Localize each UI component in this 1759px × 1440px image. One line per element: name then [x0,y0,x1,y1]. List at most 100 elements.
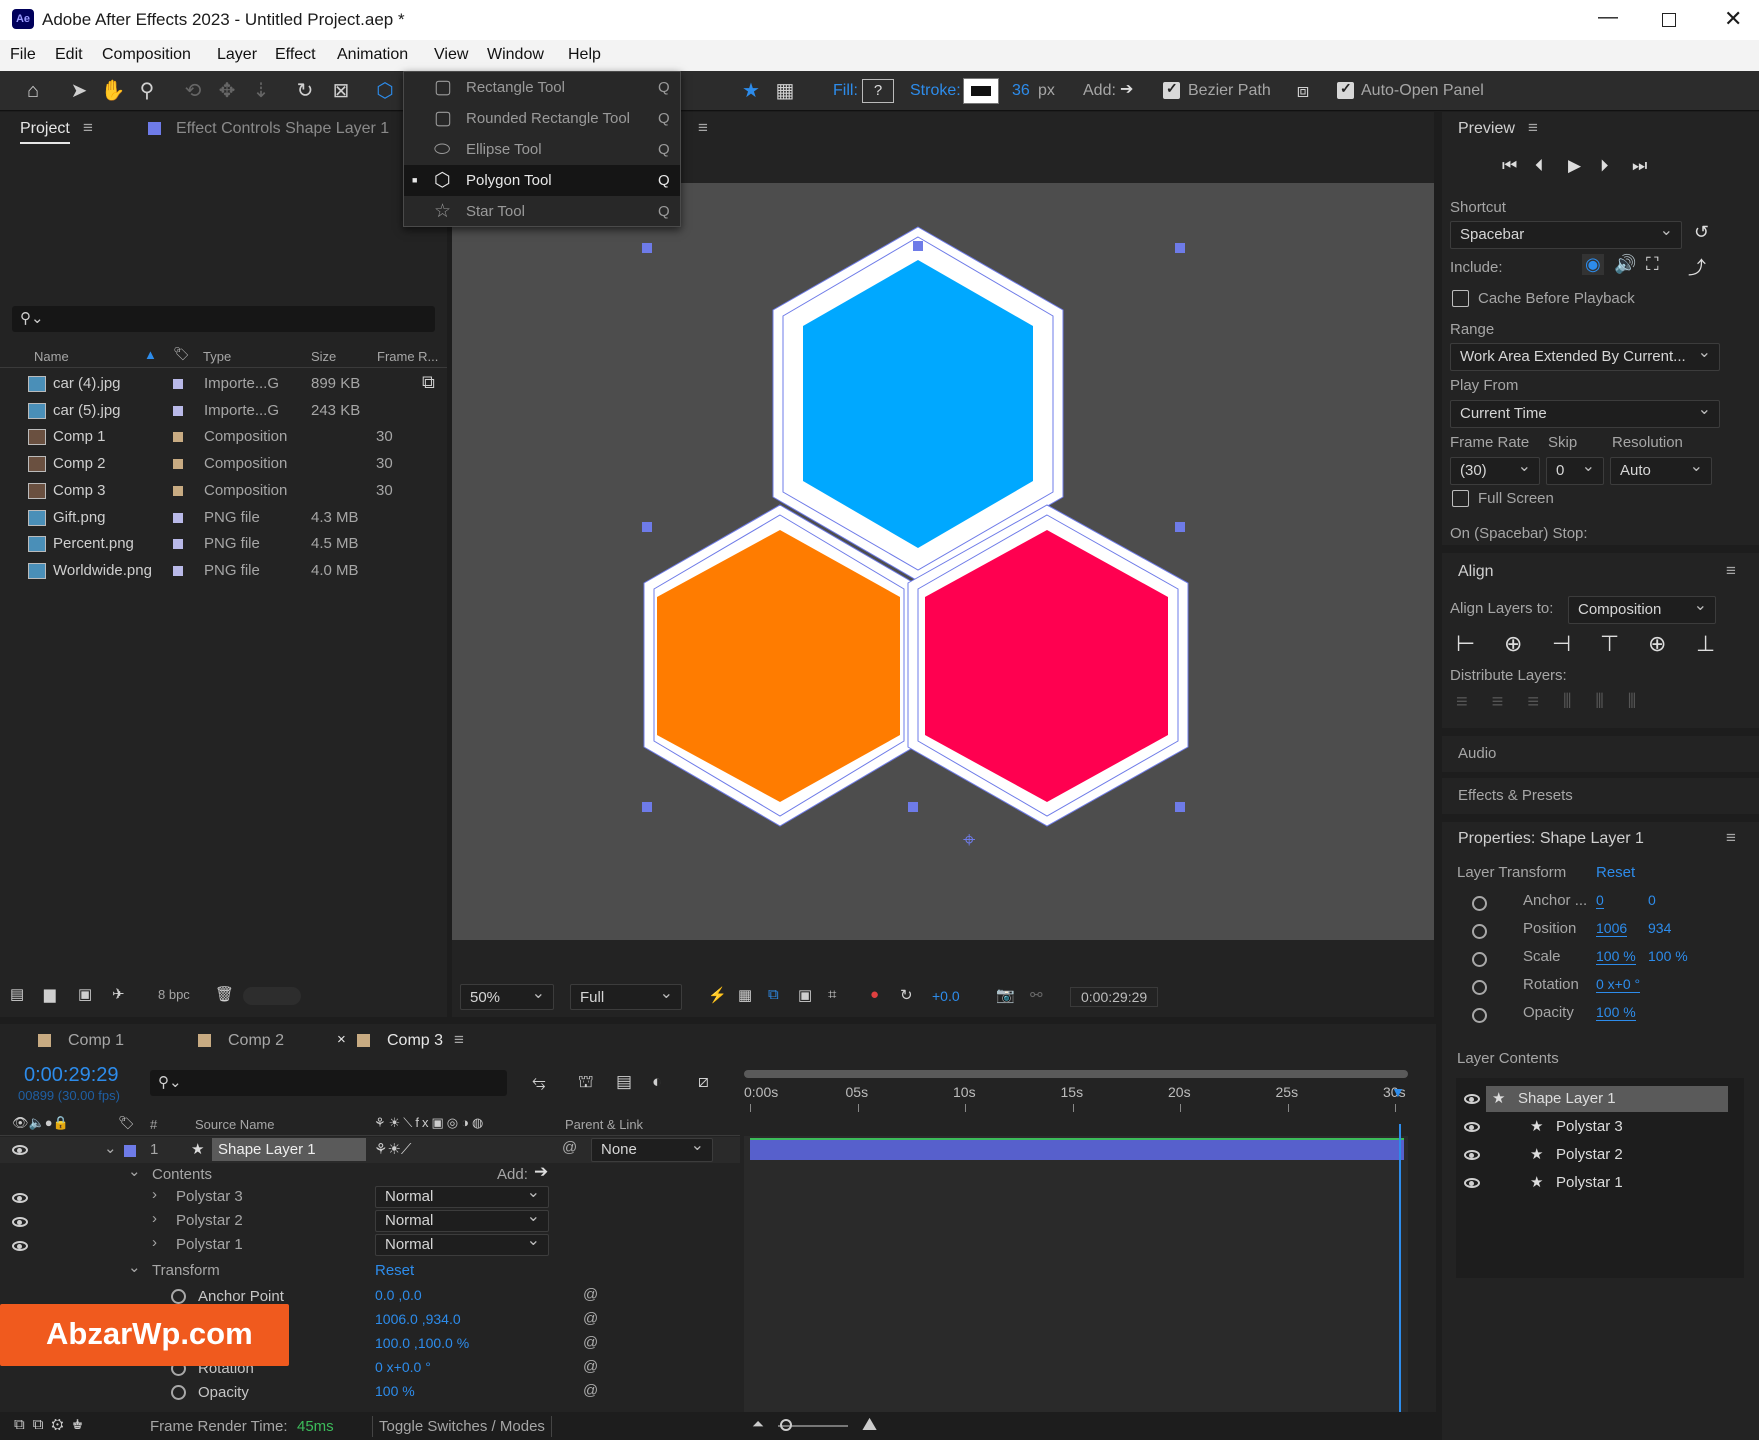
stopwatch-icon[interactable] [1472,924,1487,939]
effects-presets-title[interactable]: Effects & Presets [1458,787,1573,804]
layer-contents-item[interactable]: ★ Polystar 3 [1456,1114,1744,1140]
time-ruler[interactable]: 0:00s 05s 10s 15s 20s 25s 30s [744,1066,1408,1134]
label-color-swatch[interactable] [173,539,183,550]
composition-canvas[interactable]: ⌖ [452,183,1434,940]
play-from-dropdown[interactable]: Current Time [1450,397,1720,428]
fill-swatch[interactable]: ? [862,79,894,103]
menu-view[interactable]: View [434,46,468,64]
exposure-value[interactable]: +0.0 [932,988,960,1004]
add-content-icon[interactable]: ➔ [534,1162,548,1182]
layer-row[interactable]: ⌄ 1 ★ Shape Layer 1 ⚘☀⟋ @ None [0,1135,740,1163]
skip-dropdown[interactable]: 0 [1546,454,1604,485]
status-icons[interactable]: ⧉⧉⚙♚ [14,1416,92,1433]
zoom-in-icon[interactable]: ⛰ [862,1414,877,1435]
include-overlays-icon[interactable]: ⛶ [1646,254,1659,275]
layer-transform-reset[interactable]: Reset [1596,864,1635,881]
expression-pickwhip-icon[interactable]: @ [583,1334,598,1351]
visibility-eye-icon[interactable] [12,1241,28,1251]
adjust-project-icon[interactable]: ✈ [112,985,125,1003]
stopwatch-icon[interactable] [171,1385,186,1400]
viewer-menu-icon[interactable]: ≡ [698,118,708,138]
play-icon[interactable]: ▶ [1568,156,1581,176]
layer-contents-item[interactable]: ★ Polystar 2 [1456,1142,1744,1168]
menu-window[interactable]: Window [487,46,544,64]
menu-composition[interactable]: Composition [102,46,191,64]
layer-switches[interactable]: ⚘☀⟋ [374,1140,411,1158]
show-snapshot-icon[interactable]: ⚯ [1030,986,1043,1004]
stroke-swatch[interactable] [963,78,999,104]
star-fill-icon[interactable]: ★ [738,79,764,103]
bounding-box-handle[interactable] [642,243,652,253]
pickwhip-icon[interactable]: @ [562,1139,577,1156]
expression-pickwhip-icon[interactable]: @ [583,1358,598,1375]
align-bottom-icon[interactable]: ⊥ [1696,631,1715,657]
playhead-handle-icon[interactable]: ▼ [1391,1084,1405,1100]
transparency-grid-icon[interactable]: ▦ [772,79,798,103]
expand-chevron-icon[interactable]: › [152,1210,157,1227]
preview-resolution-dropdown[interactable]: Auto [1610,454,1712,485]
property-value[interactable]: 1006 [1596,920,1628,937]
menu-edit[interactable]: Edit [55,46,83,64]
grid-guides-icon[interactable]: ⌗ [828,986,836,1003]
zoom-tool-icon[interactable]: ⚲ [134,79,160,103]
visibility-eye-icon[interactable] [12,1217,28,1227]
visibility-eye-icon[interactable] [1464,1150,1480,1160]
label-color-swatch[interactable] [173,405,183,416]
label-color-swatch[interactable] [173,459,183,470]
menu-file[interactable]: File [10,46,36,64]
bounding-box-handle[interactable] [1175,243,1185,253]
menu-effect[interactable]: Effect [275,46,316,64]
align-menu-icon[interactable]: ≡ [1726,561,1736,581]
close-icon[interactable]: ✕ [1724,6,1742,32]
preview-menu-icon[interactable]: ≡ [1528,118,1538,138]
project-item[interactable]: Gift.png PNG file 4.3 MB [0,504,423,531]
auto-open-panel-checkbox[interactable] [1337,80,1354,99]
full-screen-checkbox[interactable] [1452,490,1469,507]
property-value[interactable]: 100 % [1596,1004,1636,1021]
polystar-name[interactable]: Polystar 3 [176,1188,243,1205]
current-time-indicator[interactable] [1399,1124,1401,1434]
graph-editor-icon[interactable]: ⧄ [698,1072,709,1092]
zoom-out-icon[interactable]: ⏶ [752,1416,764,1433]
home-icon[interactable]: ⌂ [20,79,46,103]
stroke-label[interactable]: Stroke: [910,82,961,100]
minimize-icon[interactable]: — [1598,6,1618,29]
transform-property-value[interactable]: 0 x+0.0 ° [375,1359,431,1375]
menu-help[interactable]: Help [568,46,601,64]
timeline-search-input[interactable]: ⚲⌄ [150,1070,507,1096]
polygon-tool-icon[interactable]: ⬡ [372,79,398,103]
resolution-dropdown[interactable]: Full [570,981,682,1010]
stopwatch-icon[interactable] [1472,1008,1487,1023]
align-to-dropdown[interactable]: Composition [1568,593,1716,624]
column-source-name[interactable]: Source Name [195,1117,274,1132]
menu-item-star-tool[interactable]: ☆ Star Tool Q [404,196,680,227]
anchor-point-icon[interactable]: ⌖ [963,827,975,853]
draft-3d-icon[interactable]: ⛫ [578,1072,594,1094]
menu-item-polygon-tool[interactable]: ■ ⬡ Polygon Tool Q [404,165,680,196]
region-of-interest-icon[interactable]: ▣ [798,986,812,1004]
reset-exposure-icon[interactable]: ↻ [900,986,913,1004]
hand-tool-icon[interactable]: ✋ [100,79,126,103]
include-video-icon[interactable]: ◉ [1582,254,1604,275]
transform-property-value[interactable]: 100 % [375,1383,415,1399]
transform-chevron-icon[interactable]: ⌄ [128,1258,141,1276]
expression-pickwhip-icon[interactable]: @ [583,1310,598,1327]
project-menu-icon[interactable]: ≡ [83,118,93,138]
visibility-eye-icon[interactable] [1464,1178,1480,1188]
column-parent-link[interactable]: Parent & Link [565,1117,643,1132]
transform-reset[interactable]: Reset [375,1262,414,1279]
previous-frame-icon[interactable]: ⏴ [1535,156,1544,176]
menu-item-ellipse-tool[interactable]: ⬭ Ellipse Tool Q [404,134,680,165]
motion-blur-icon[interactable]: ◐ [652,1072,662,1092]
transform-property-value[interactable]: 100.0 ,100.0 % [375,1335,469,1351]
project-item[interactable]: Comp 2 Composition 30 [0,450,423,477]
label-color-swatch[interactable] [173,485,183,496]
work-area-bar[interactable] [744,1070,1408,1078]
visibility-eye-icon[interactable] [12,1193,28,1203]
tab-project[interactable]: Project [20,120,70,144]
column-name[interactable]: Name [34,349,69,364]
property-value[interactable]: 0 [1596,892,1604,909]
channel-icon[interactable]: ● [870,986,879,1003]
viewer-timecode[interactable]: 0:00:29:29 [1070,987,1159,1007]
project-item[interactable]: Percent.png PNG file 4.5 MB [0,530,423,557]
